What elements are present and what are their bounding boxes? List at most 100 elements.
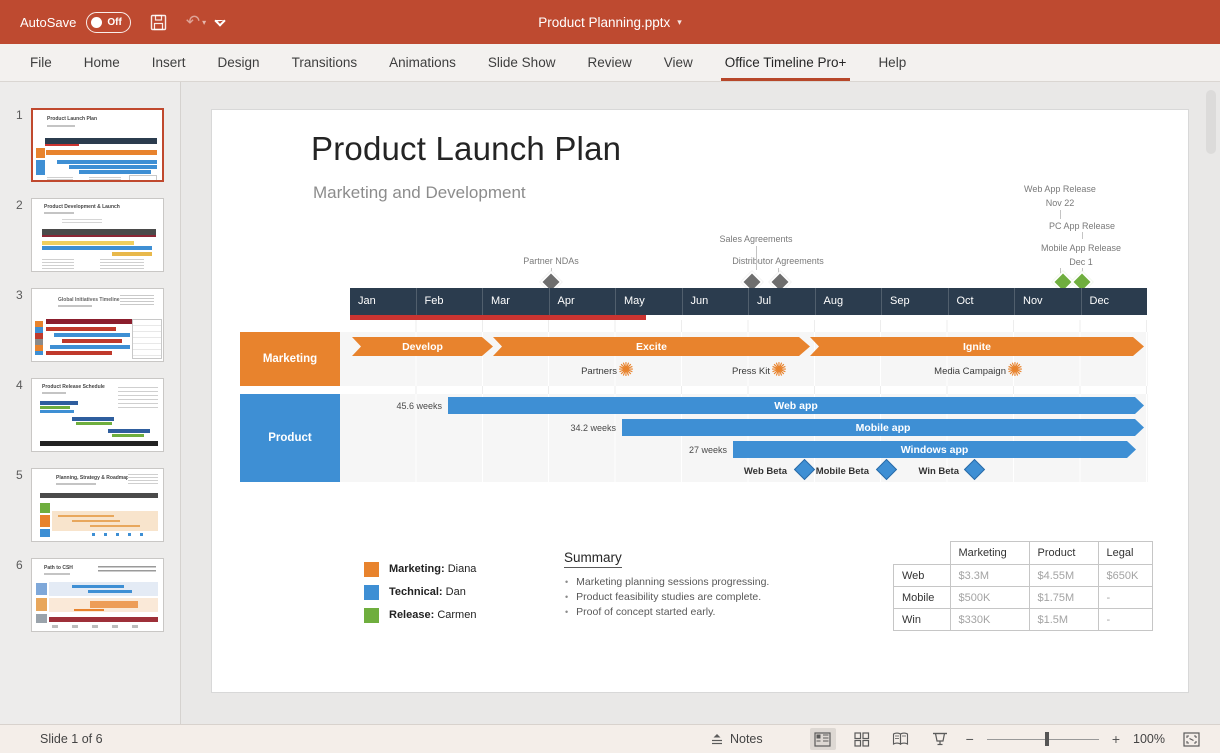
milestone-label-mobile-beta: Mobile Beta <box>794 466 869 477</box>
task-bar-mobile-app[interactable]: Mobile app <box>622 419 1144 436</box>
save-button[interactable] <box>149 13 168 32</box>
save-icon <box>149 13 168 32</box>
burst-icon-partners[interactable]: ✺ <box>618 361 634 380</box>
milestone-label-pc-app-release: PC App Release <box>1049 221 1115 231</box>
summary-bullet: •Product feasibility studies are complet… <box>565 591 761 604</box>
tab-help[interactable]: Help <box>862 44 922 81</box>
table-cell: $4.55M <box>1029 565 1098 587</box>
task-bar-web-app[interactable]: Web app <box>448 397 1144 414</box>
customize-chevron-icon <box>214 15 225 26</box>
summary-bullet-text: Product feasibility studies are complete… <box>576 591 761 604</box>
bullet-icon: • <box>565 576 568 589</box>
milestone-label-partner-ndas: Partner NDAs <box>523 256 579 266</box>
slide-thumbnail-2[interactable]: Product Development & Launch <box>31 198 164 272</box>
tab-file[interactable]: File <box>14 44 68 81</box>
slide-thumbnail-6[interactable]: Path to CSH <box>31 558 164 632</box>
product-lane-label[interactable]: Product <box>240 394 340 482</box>
customize-quick-access-button[interactable] <box>216 20 224 25</box>
milestone-connector <box>1060 210 1061 219</box>
slide-canvas[interactable]: Product Launch Plan Marketing and Develo… <box>212 110 1188 692</box>
undo-button[interactable]: ↶ ▾ <box>186 12 206 32</box>
table-row: Web $3.3M $4.55M $650K <box>894 565 1153 587</box>
notes-button[interactable]: Notes <box>710 732 763 746</box>
table-header-product: Product <box>1029 542 1098 565</box>
duration-mobile-app: 34.2 weeks <box>546 423 616 433</box>
zoom-in-button[interactable]: + <box>1112 731 1120 747</box>
phase-arrow-excite[interactable]: Excite <box>493 337 810 356</box>
tab-review[interactable]: Review <box>571 44 647 81</box>
slide-title[interactable]: Product Launch Plan <box>311 130 621 168</box>
autosave-label: AutoSave <box>20 15 76 30</box>
normal-view-button[interactable] <box>810 728 836 750</box>
month-cell: Feb <box>416 288 483 315</box>
quick-access-toolbar: AutoSave Off ↶ ▾ <box>20 0 224 44</box>
zoom-slider-handle[interactable] <box>1045 732 1049 746</box>
tab-animations[interactable]: Animations <box>373 44 472 81</box>
tab-transitions[interactable]: Transitions <box>276 44 374 81</box>
summary-heading[interactable]: Summary <box>564 550 622 568</box>
slide-subtitle[interactable]: Marketing and Development <box>313 183 526 203</box>
status-bar-right: Notes <box>710 725 1204 753</box>
milestone-label-sales-agreements: Sales Agreements <box>719 234 792 244</box>
document-title-menu[interactable]: Product Planning.pptx ▾ <box>538 0 682 44</box>
thumbnail-title: Planning, Strategy & Roadmap <box>56 475 129 481</box>
tab-slide-show[interactable]: Slide Show <box>472 44 572 81</box>
month-cell: Jul <box>748 288 815 315</box>
table-row-label: Web <box>894 565 951 587</box>
thumbnail-title: Global Initiatives Timeline <box>58 297 120 303</box>
month-cell: May <box>615 288 682 315</box>
budget-table[interactable]: Marketing Product Legal Web $3.3M $4.55M… <box>893 541 1153 631</box>
zoom-level[interactable]: 100% <box>1133 732 1165 746</box>
table-header-legal: Legal <box>1098 542 1152 565</box>
slide-editor-canvas: Product Launch Plan Marketing and Develo… <box>181 82 1220 724</box>
slide-sorter-view-button[interactable] <box>849 728 875 750</box>
reading-view-button[interactable] <box>888 728 914 750</box>
month-cell: Nov <box>1014 288 1081 315</box>
autosave-toggle[interactable]: Off <box>86 12 130 33</box>
tab-insert[interactable]: Insert <box>136 44 202 81</box>
summary-bullet: •Marketing planning sessions progressing… <box>565 576 769 589</box>
table-cell: $1.5M <box>1029 609 1098 631</box>
thumbnail-number: 6 <box>16 558 23 572</box>
milestone-date-web-app-release: Nov 22 <box>1046 198 1075 208</box>
slide-thumbnail-3[interactable]: Global Initiatives Timeline <box>31 288 164 362</box>
marketing-lane-label[interactable]: Marketing <box>240 332 340 386</box>
slide-show-button[interactable] <box>927 728 953 750</box>
tab-view[interactable]: View <box>648 44 709 81</box>
timeline-month-band[interactable]: Jan Feb Mar Apr May Jun Jul Aug Sep Oct … <box>350 288 1147 315</box>
burst-icon-media-campaign[interactable]: ✺ <box>1007 361 1023 380</box>
zoom-slider[interactable] <box>987 739 1099 740</box>
ribbon-tab-bar: File Home Insert Design Transitions Anim… <box>0 44 1220 82</box>
tab-design[interactable]: Design <box>202 44 276 81</box>
phase-arrow-develop[interactable]: Develop <box>352 337 493 356</box>
table-row-label: Win <box>894 609 951 631</box>
table-cell: - <box>1098 609 1152 631</box>
duration-windows-app: 27 weeks <box>667 445 727 455</box>
tab-home[interactable]: Home <box>68 44 136 81</box>
milestone-connector <box>756 246 757 270</box>
thumbnail-title: Product Launch Plan <box>47 116 97 122</box>
fit-slide-button[interactable] <box>1178 728 1204 750</box>
legend-item-technical: Technical: Dan <box>389 586 466 598</box>
legend-role: Marketing: <box>389 563 445 575</box>
phase-arrow-ignite[interactable]: Ignite <box>810 337 1144 356</box>
slide-thumbnail-1[interactable]: Product Launch Plan <box>31 108 164 182</box>
notes-label: Notes <box>730 732 763 746</box>
table-cell: - <box>1098 587 1152 609</box>
slide-indicator: Slide 1 of 6 <box>40 725 103 753</box>
slide-thumbnail-4[interactable]: Product Release Schedule <box>31 378 164 452</box>
table-cell: $1.75M <box>1029 587 1098 609</box>
thumbnail-number: 2 <box>16 198 23 212</box>
notes-icon <box>710 733 724 746</box>
thumbnail-title: Path to CSH <box>44 565 73 571</box>
zoom-out-button[interactable]: − <box>966 731 974 747</box>
task-bar-windows-app[interactable]: Windows app <box>733 441 1136 458</box>
title-bar: AutoSave Off ↶ ▾ Product P <box>0 0 1220 44</box>
thumbnail-number: 1 <box>16 108 23 122</box>
milestone-label-web-beta: Web Beta <box>717 466 787 477</box>
tab-office-timeline-pro[interactable]: Office Timeline Pro+ <box>709 44 863 81</box>
burst-icon-press-kit[interactable]: ✺ <box>771 361 787 380</box>
table-header-marketing: Marketing <box>950 542 1029 565</box>
slide-thumbnail-5[interactable]: Planning, Strategy & Roadmap <box>31 468 164 542</box>
vertical-scrollbar[interactable] <box>1206 90 1216 154</box>
